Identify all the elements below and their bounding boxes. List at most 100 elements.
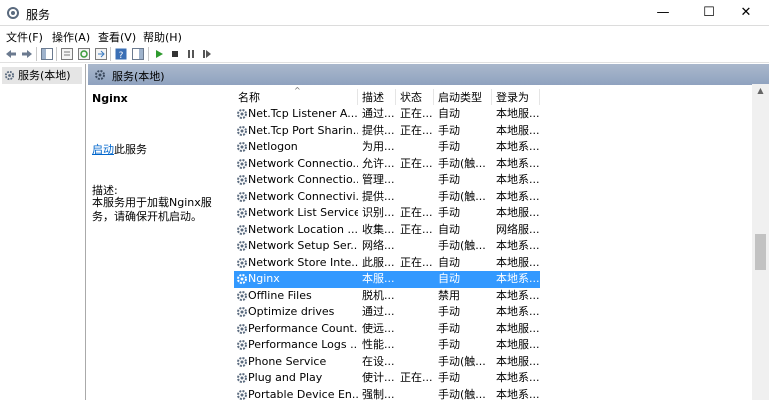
minimize-button[interactable]: — — [640, 0, 686, 26]
cell-state: 正在... — [400, 156, 433, 170]
cell-startup-type: 手动(触... — [438, 387, 486, 400]
toolbar-separator — [56, 47, 57, 61]
table-row[interactable]: Network Store Inte... 此服... 正在... 自动 本地服... — [234, 255, 752, 272]
stop-icon[interactable] — [168, 47, 182, 61]
cell-name: Performance Logs ... — [248, 338, 358, 351]
toolbar: ? — [0, 45, 769, 63]
table-row[interactable]: Portable Device En... 强制... 手动(触... 本地系... — [234, 387, 752, 400]
restart-icon[interactable] — [200, 47, 214, 61]
table-row[interactable]: Phone Service 在设... 手动(触... 本地服... — [234, 354, 752, 371]
cell-description: 强制... — [362, 387, 395, 400]
cell-logon: 本地系... — [496, 371, 540, 384]
gear-icon — [237, 389, 247, 400]
table-row[interactable]: Performance Count... 使远... 手动 本地服... — [234, 321, 752, 338]
cell-name: Phone Service — [248, 354, 327, 368]
gear-icon — [237, 224, 247, 235]
gear-icon — [237, 175, 247, 185]
cell-startup-type: 自动 — [438, 272, 460, 285]
cell-description: 允许... — [362, 156, 395, 170]
properties-icon[interactable] — [60, 47, 74, 61]
vertical-scrollbar[interactable]: ▲ — [752, 84, 769, 400]
cell-state: 正在... — [400, 206, 433, 219]
table-row[interactable]: Optimize drives 通过... 手动 本地系... — [234, 304, 752, 321]
start-link[interactable]: 启动 — [92, 143, 114, 156]
menu-help[interactable]: 帮助(H) — [143, 29, 182, 45]
console-icon[interactable] — [131, 47, 145, 61]
cell-startup-type: 手动(触... — [438, 239, 486, 252]
scroll-up-icon[interactable]: ▲ — [752, 84, 769, 98]
toolbar-separator — [148, 47, 149, 61]
services-icon — [7, 7, 19, 19]
tree-item-services-local[interactable]: 服务(本地) — [2, 67, 82, 84]
column-description[interactable]: 描述 — [358, 89, 396, 105]
gear-icon — [237, 125, 247, 136]
cell-name: Net.Tcp Port Sharin... — [248, 123, 358, 137]
cell-startup-type: 禁用 — [438, 288, 460, 302]
cell-logon: 本地服... — [496, 354, 540, 368]
table-row[interactable]: Offline Files 脱机... 禁用 本地系... — [234, 288, 752, 305]
refresh-icon[interactable] — [77, 47, 91, 61]
table-row[interactable]: Plug and Play 使计... 正在... 手动 本地系... — [234, 370, 752, 387]
table-row[interactable]: Network Connectivi... 提供... 手动(触... 本地系... — [234, 189, 752, 206]
back-icon[interactable] — [4, 47, 18, 61]
cell-startup-type: 自动 — [438, 222, 460, 236]
cell-startup-type: 手动(触... — [438, 189, 486, 203]
menu-file[interactable]: 文件(F) — [6, 29, 43, 45]
cell-name: Plug and Play — [248, 371, 323, 384]
cell-logon: 本地系... — [496, 305, 540, 318]
gear-icon — [237, 109, 247, 119]
cell-description: 管理... — [362, 173, 395, 186]
title-bar: 服务 — ☐ ✕ — [0, 0, 769, 26]
gear-icon — [237, 257, 247, 268]
cell-description: 网络... — [362, 239, 395, 252]
gear-icon — [237, 307, 247, 317]
start-icon[interactable] — [152, 47, 166, 61]
cell-logon: 本地服... — [496, 255, 540, 269]
help-icon[interactable]: ? — [114, 47, 128, 61]
gear-icon — [237, 290, 247, 301]
menu-view[interactable]: 查看(V) — [98, 29, 136, 45]
column-header: 名称 ^ 描述 状态 启动类型 登录为 — [234, 86, 752, 106]
menu-bar: 文件(F) 操作(A) 查看(V) 帮助(H) — [0, 27, 769, 45]
cell-logon: 本地服... — [496, 123, 540, 137]
cell-startup-type: 自动 — [438, 255, 460, 269]
gear-icon — [237, 241, 247, 251]
service-name: Nginx — [92, 92, 128, 105]
pause-icon[interactable] — [184, 47, 198, 61]
cell-startup-type: 手动 — [438, 321, 460, 335]
svg-text:?: ? — [119, 51, 124, 60]
column-logon[interactable]: 登录为 — [492, 89, 540, 105]
table-row[interactable]: Nginx 本服... 自动 本地系... — [234, 271, 540, 288]
cell-description: 通过... — [362, 305, 395, 318]
table-row[interactable]: Netlogon 为用... 手动 本地系... — [234, 139, 752, 156]
table-row[interactable]: Network Setup Ser... 网络... 手动(触... 本地系... — [234, 238, 752, 255]
detail-panel: Nginx 启动此服务 描述: 本服务用于加载Nginx服务，请确保开机启动。 — [88, 85, 228, 400]
table-row[interactable]: Net.Tcp Port Sharin... 提供... 正在... 手动 本地服... — [234, 123, 752, 140]
gear-icon — [237, 340, 247, 350]
toolbar-separator — [110, 47, 111, 61]
cell-name: Optimize drives — [248, 305, 335, 318]
column-startup-type[interactable]: 启动类型 — [434, 89, 492, 105]
cell-description: 通过... — [362, 107, 395, 120]
cell-name: Network Setup Ser... — [248, 239, 358, 252]
table-row[interactable]: Network Location ... 收集... 正在... 自动 网络服... — [234, 222, 752, 239]
column-state[interactable]: 状态 — [396, 89, 434, 105]
scroll-thumb[interactable] — [755, 234, 766, 270]
column-name[interactable]: 名称 ^ — [234, 86, 358, 105]
close-button[interactable]: ✕ — [723, 0, 769, 26]
show-tree-icon[interactable] — [40, 47, 54, 61]
menu-action[interactable]: 操作(A) — [52, 29, 90, 45]
table-row[interactable]: Performance Logs ... 性能... 手动 本地服... — [234, 337, 752, 354]
cell-startup-type: 手动 — [438, 206, 460, 219]
cell-description: 提供... — [362, 123, 395, 137]
cell-name: Performance Count... — [248, 321, 358, 335]
table-row[interactable]: Network Connectio... 允许... 正在... 手动(触... 本地系… — [234, 156, 752, 173]
table-row[interactable]: Net.Tcp Listener A... 通过... 正在... 自动 本地服... — [234, 106, 752, 123]
table-row[interactable]: Network List Service 识别... 正在... 手动 本地服... — [234, 205, 752, 222]
cell-name: Offline Files — [248, 288, 312, 302]
forward-icon[interactable] — [20, 47, 34, 61]
table-row[interactable]: Network Connectio... 管理... 手动 本地系... — [234, 172, 752, 189]
tree-pane: 服务(本地) — [0, 64, 86, 400]
export-icon[interactable] — [94, 47, 108, 61]
start-action: 启动此服务 — [92, 141, 147, 157]
